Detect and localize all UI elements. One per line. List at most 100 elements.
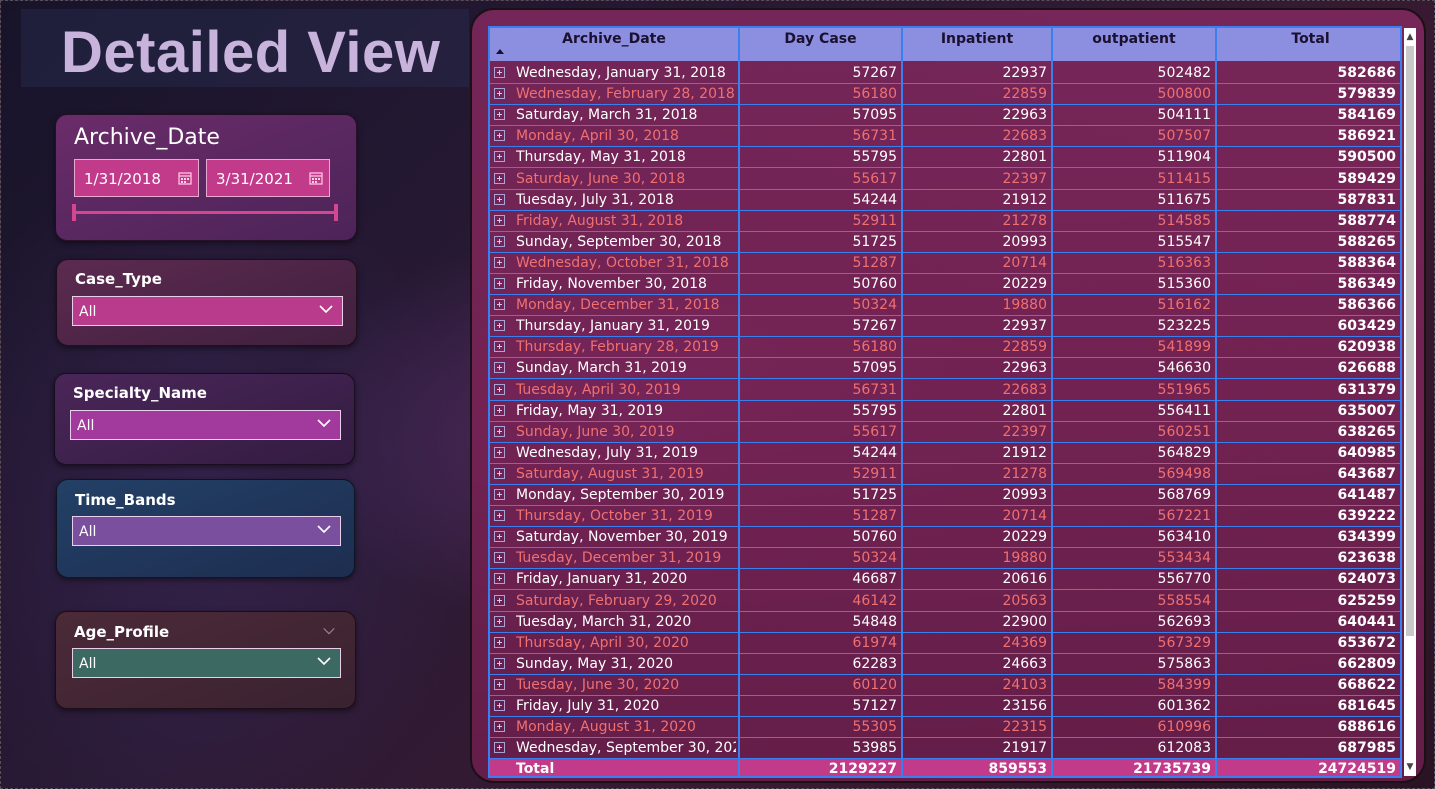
sort-ascending-icon[interactable]: [496, 49, 504, 54]
table-row[interactable]: Saturday, March 31, 2018 57095 22963 504111…: [490, 105, 1400, 127]
row-inpatient: 22859: [1002, 86, 1047, 103]
table-row[interactable]: Thursday, February 28, 2019 56180 22859 541…: [490, 337, 1400, 359]
table-row[interactable]: Tuesday, July 31, 2018 54244 21912 511675 58…: [490, 190, 1400, 211]
expand-row-icon[interactable]: [494, 531, 505, 543]
table-row[interactable]: Friday, November 30, 2018 50760 20229 51536…: [490, 274, 1400, 296]
time-bands-dropdown[interactable]: All: [72, 516, 341, 546]
expand-row-icon[interactable]: [494, 109, 505, 121]
scroll-down-icon[interactable]: ▼: [1406, 762, 1414, 772]
case-type-dropdown[interactable]: All: [72, 296, 343, 326]
slider-start-handle[interactable]: [72, 204, 76, 221]
table-row[interactable]: Monday, April 30, 2018 56731 22683 507507 58…: [490, 126, 1400, 148]
expand-row-icon[interactable]: [494, 467, 505, 479]
expand-row-icon[interactable]: [494, 299, 505, 311]
expand-row-icon[interactable]: [494, 636, 505, 648]
expand-row-icon[interactable]: [494, 552, 505, 564]
expand-row-icon[interactable]: [494, 742, 505, 754]
slider-end-handle[interactable]: [334, 204, 338, 221]
table-row[interactable]: Thursday, January 31, 2019 57267 22937 5232…: [490, 316, 1400, 338]
expand-row-icon[interactable]: [494, 362, 505, 374]
table-row[interactable]: Monday, September 30, 2019 51725 20993 5687…: [490, 485, 1400, 507]
table-header: Archive_Date Day Case Inpatient outpatie…: [490, 28, 1400, 61]
expand-row-icon[interactable]: [494, 700, 505, 711]
column-header-archive-date[interactable]: Archive_Date: [490, 28, 740, 61]
expand-row-icon[interactable]: [494, 341, 505, 353]
expand-row-icon[interactable]: [494, 404, 505, 416]
table-row[interactable]: Saturday, November 30, 2019 50760 20229 563…: [490, 527, 1400, 549]
expand-row-icon[interactable]: [494, 235, 505, 247]
table-row[interactable]: Wednesday, October 31, 2018 51287 20714 516…: [490, 253, 1400, 274]
row-inpatient: 22963: [1002, 360, 1047, 377]
specialty-name-dropdown[interactable]: All: [70, 410, 341, 440]
table-row[interactable]: Wednesday, January 31, 2018 57267 22937 502…: [490, 63, 1400, 85]
scroll-up-icon[interactable]: ▲: [1406, 32, 1414, 42]
row-day-case: 57127: [852, 698, 897, 714]
table-row[interactable]: Tuesday, March 31, 2020 54848 22900 562693 6…: [490, 612, 1400, 633]
expand-row-icon[interactable]: [494, 594, 505, 606]
table-row[interactable]: Tuesday, April 30, 2019 56731 22683 551965 6…: [490, 380, 1400, 401]
table-row[interactable]: Thursday, April 30, 2020 61974 24369 567329…: [490, 633, 1400, 654]
expand-row-icon[interactable]: [494, 214, 505, 226]
vertical-scrollbar[interactable]: ▲ ▼: [1404, 28, 1416, 776]
table-row[interactable]: Sunday, March 31, 2019 57095 22963 546630 62…: [490, 358, 1400, 380]
table-row[interactable]: Saturday, June 30, 2018 55617 22397 511415 5…: [490, 169, 1400, 190]
row-archive-date: Thursday, April 30, 2020: [516, 634, 689, 651]
expand-row-icon[interactable]: [494, 573, 505, 585]
table-row[interactable]: Monday, December 31, 2018 50324 19880 51616…: [490, 295, 1400, 317]
calendar-icon[interactable]: [178, 171, 192, 185]
expand-row-icon[interactable]: [494, 383, 505, 395]
table-row[interactable]: Friday, January 31, 2020 46687 20616 556770…: [490, 569, 1400, 591]
table-row[interactable]: Wednesday, February 28, 2018 56180 22859 50…: [490, 84, 1400, 106]
table-row[interactable]: Wednesday, September 30, 2020 53985 21917 6…: [490, 738, 1400, 760]
table-row[interactable]: Sunday, May 31, 2020 62283 24663 575863 6628…: [490, 654, 1400, 675]
column-header-day-case[interactable]: Day Case: [740, 28, 903, 61]
expand-row-icon[interactable]: [494, 320, 505, 332]
column-header-inpatient[interactable]: Inpatient: [903, 28, 1053, 61]
row-inpatient: 20714: [1002, 254, 1047, 271]
expand-row-icon[interactable]: [494, 615, 505, 627]
row-total: 623638: [1337, 550, 1396, 567]
column-header-outpatient[interactable]: outpatient: [1053, 28, 1217, 61]
calendar-icon[interactable]: [309, 171, 323, 185]
end-date-input[interactable]: 3/31/2021: [206, 159, 330, 197]
table-row[interactable]: Friday, July 31, 2020 57127 23156 601362 681…: [490, 696, 1400, 718]
table-row[interactable]: Friday, August 31, 2018 52911 21278 514585 5…: [490, 211, 1400, 232]
expand-row-icon[interactable]: [494, 657, 505, 669]
row-inpatient: 20563: [1002, 592, 1047, 609]
date-range-slider[interactable]: [72, 204, 338, 221]
table-row[interactable]: Thursday, May 31, 2018 55795 22801 511904 59…: [490, 147, 1400, 169]
age-profile-dropdown[interactable]: All: [72, 648, 341, 678]
row-archive-date: Friday, July 31, 2020: [516, 698, 660, 714]
table-row[interactable]: Saturday, August 31, 2019 52911 21278 56949…: [490, 464, 1400, 485]
total-day-case: 2129227: [828, 761, 897, 777]
row-outpatient: 569498: [1157, 465, 1211, 482]
expand-row-icon[interactable]: [494, 678, 505, 690]
column-header-total[interactable]: Total: [1217, 28, 1400, 61]
column-divider: [1051, 28, 1053, 776]
table-row[interactable]: Tuesday, June 30, 2020 60120 24103 584399 66…: [490, 675, 1400, 696]
expand-row-icon[interactable]: [494, 425, 505, 437]
expand-row-icon[interactable]: [494, 193, 505, 205]
scrollbar-thumb[interactable]: [1406, 46, 1414, 636]
chevron-down-icon[interactable]: [322, 624, 336, 638]
expand-row-icon[interactable]: [494, 446, 505, 458]
table-row[interactable]: Wednesday, July 31, 2019 54244 21912 564829…: [490, 443, 1400, 464]
table-row[interactable]: Sunday, June 30, 2019 55617 22397 560251 638…: [490, 422, 1400, 443]
expand-row-icon[interactable]: [494, 172, 505, 184]
expand-row-icon[interactable]: [494, 721, 505, 733]
expand-row-icon[interactable]: [494, 130, 505, 142]
expand-row-icon[interactable]: [494, 256, 505, 268]
expand-row-icon[interactable]: [494, 88, 505, 100]
table-row[interactable]: Tuesday, December 31, 2019 50324 19880 5534…: [490, 548, 1400, 570]
table-row[interactable]: Thursday, October 31, 2019 51287 20714 5672…: [490, 506, 1400, 528]
expand-row-icon[interactable]: [494, 67, 505, 78]
table-row[interactable]: Sunday, September 30, 2018 51725 20993 5155…: [490, 232, 1400, 253]
table-row[interactable]: Monday, August 31, 2020 55305 22315 610996 6…: [490, 717, 1400, 739]
expand-row-icon[interactable]: [494, 510, 505, 522]
table-row[interactable]: Saturday, February 29, 2020 46142 20563 558…: [490, 591, 1400, 612]
table-row[interactable]: Friday, May 31, 2019 55795 22801 556411 6350…: [490, 401, 1400, 422]
expand-row-icon[interactable]: [494, 278, 505, 289]
expand-row-icon[interactable]: [494, 489, 505, 500]
start-date-input[interactable]: 1/31/2018: [74, 159, 199, 197]
expand-row-icon[interactable]: [494, 151, 505, 163]
